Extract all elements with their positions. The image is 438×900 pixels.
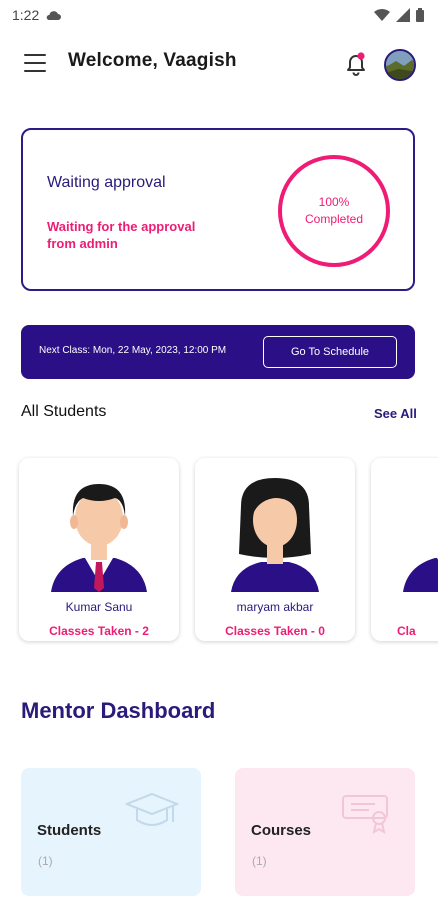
dashboard-card-label: Courses: [251, 822, 312, 839]
student-card[interactable]: maryam akbar Classes Taken - 0: [195, 458, 355, 641]
menu-icon[interactable]: [24, 54, 46, 72]
progress-value: 100%: [318, 195, 350, 209]
cloud-icon: [46, 11, 62, 20]
battery-icon: [416, 8, 424, 22]
graduation-cap-icon: [125, 792, 179, 826]
see-all-link[interactable]: See All: [374, 406, 417, 421]
male-avatar-icon: [403, 558, 438, 592]
dashboard-card-count: (1): [252, 854, 267, 868]
notification-dot: [357, 52, 365, 60]
approval-title: Waiting approval: [47, 174, 166, 191]
status-time: 1:22: [12, 7, 40, 23]
student-classes: Cla: [397, 624, 416, 638]
wifi-icon: [374, 8, 390, 21]
students-dashboard-card[interactable]: Students (1): [21, 768, 201, 896]
next-class-text: Next Class: Mon, 22 May, 2023, 12:00 PM: [39, 345, 227, 356]
students-section-title: All Students: [21, 403, 107, 420]
dashboard-card-label: Students: [37, 822, 102, 839]
status-right: [374, 8, 424, 22]
status-left: 1:22: [12, 7, 62, 23]
page-title: Welcome, Vaagish: [68, 50, 237, 71]
signal-icon: [396, 8, 410, 22]
dashboard-title: Mentor Dashboard: [21, 698, 216, 723]
progress-label: Completed: [304, 212, 364, 226]
courses-dashboard-card[interactable]: Courses (1): [235, 768, 415, 896]
student-classes: Classes Taken - 2: [49, 624, 149, 638]
go-to-schedule-button[interactable]: Go To Schedule: [263, 336, 397, 368]
certificate-icon: [342, 795, 388, 835]
student-card[interactable]: Cla: [371, 458, 438, 641]
bell-icon[interactable]: [344, 51, 368, 77]
status-bar: 1:22: [0, 0, 438, 30]
approval-card: Waiting approval Waiting for the approva…: [21, 128, 415, 291]
progress-ring: 100% Completed: [278, 155, 390, 267]
student-name: Kumar Sanu: [65, 600, 133, 614]
female-avatar-icon: [231, 478, 319, 592]
student-name: maryam akbar: [236, 600, 314, 614]
app-bar: Welcome, Vaagish: [0, 38, 438, 88]
student-card[interactable]: Kumar Sanu Classes Taken - 2: [19, 458, 179, 641]
student-classes: Classes Taken - 0: [225, 624, 325, 638]
approval-subtitle: Waiting for the approval from admin: [47, 219, 196, 251]
male-avatar-icon: [51, 484, 147, 592]
students-carousel[interactable]: Kumar Sanu Classes Taken - 2 maryam akba…: [0, 456, 438, 646]
next-class-bar: Next Class: Mon, 22 May, 2023, 12:00 PM …: [21, 325, 415, 379]
dashboard-card-count: (1): [38, 854, 53, 868]
avatar[interactable]: [384, 49, 416, 81]
